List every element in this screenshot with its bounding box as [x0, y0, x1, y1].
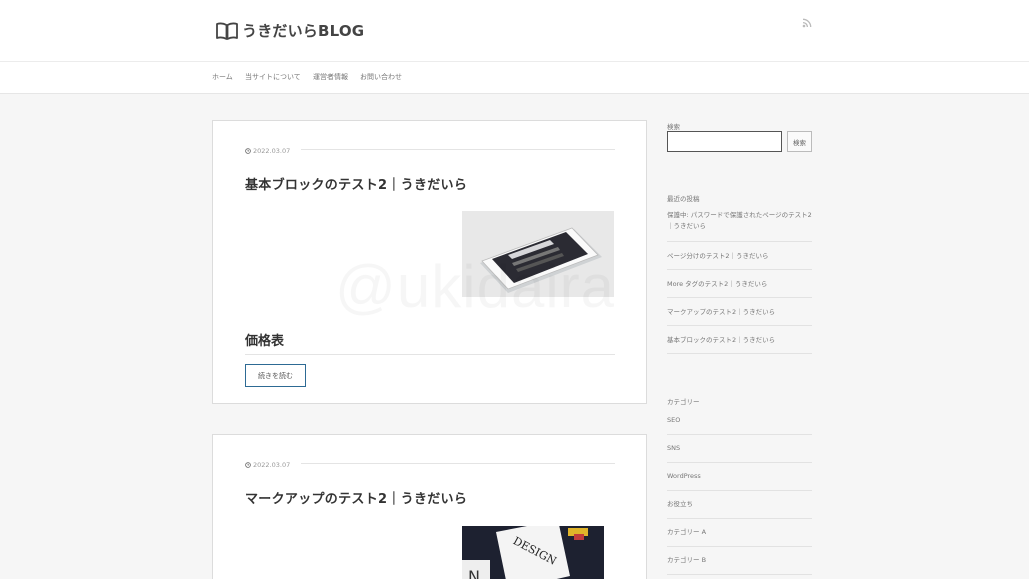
- divider: [667, 546, 812, 547]
- clock-icon: [245, 148, 251, 154]
- divider: [301, 149, 615, 150]
- site-title: うきだいらBLOG: [242, 22, 365, 40]
- post-date-text: 2022.03.07: [253, 461, 291, 469]
- post-title[interactable]: 基本ブロックのテスト2｜うきだいら: [245, 174, 467, 193]
- recent-post-link[interactable]: 保護中: パスワードで保護されたページのテスト2｜うきだいら: [667, 210, 812, 232]
- post-date: 2022.03.07: [245, 461, 290, 469]
- recent-post-link[interactable]: ページ分けのテスト2｜うきだいら: [667, 251, 812, 262]
- category-link[interactable]: SNS: [667, 443, 812, 454]
- post-date: 2022.03.07: [245, 147, 290, 155]
- category-link[interactable]: カテゴリー B: [667, 555, 812, 566]
- recent-post-link[interactable]: More タグのテスト2｜うきだいら: [667, 279, 812, 290]
- clock-icon: [245, 462, 251, 468]
- site-logo[interactable]: うきだいらBLOG: [215, 20, 364, 41]
- global-nav: ホーム 当サイトについて 運営者情報 お問い合わせ: [0, 61, 1029, 94]
- divider: [667, 518, 812, 519]
- divider: [667, 241, 812, 242]
- divider: [667, 462, 812, 463]
- search-input[interactable]: [667, 131, 782, 152]
- search-button[interactable]: 検索: [787, 131, 812, 152]
- nav-item-operator[interactable]: 運営者情報: [313, 72, 348, 82]
- post-date-text: 2022.03.07: [253, 147, 291, 155]
- category-link[interactable]: SEO: [667, 415, 812, 426]
- book-icon: [216, 22, 238, 40]
- divider: [667, 297, 812, 298]
- watermark: @ukidaira: [335, 252, 615, 321]
- site-header: うきだいらBLOG: [0, 0, 1029, 61]
- divider: [667, 490, 812, 491]
- thumbnail-letter: N: [468, 567, 480, 579]
- read-more-button[interactable]: 続きを読む: [245, 364, 306, 387]
- divider: [667, 434, 812, 435]
- nav-item-about[interactable]: 当サイトについて: [245, 72, 301, 82]
- post-thumbnail[interactable]: DESIGN N: [462, 526, 604, 579]
- category-link[interactable]: お役立ち: [667, 499, 812, 510]
- post-title[interactable]: マークアップのテスト2｜うきだいら: [245, 488, 467, 507]
- divider: [245, 354, 615, 355]
- recent-post-link[interactable]: マークアップのテスト2｜うきだいら: [667, 307, 812, 318]
- divider: [667, 325, 812, 326]
- rss-icon[interactable]: [802, 18, 812, 28]
- nav-item-contact[interactable]: お問い合わせ: [360, 72, 402, 82]
- category-link[interactable]: WordPress: [667, 471, 812, 482]
- post-card: 2022.03.07 マークアップのテスト2｜うきだいら DESIGN N: [212, 434, 647, 579]
- divider: [667, 353, 812, 354]
- category-heading: カテゴリー: [667, 398, 700, 406]
- nav-item-home[interactable]: ホーム: [212, 72, 233, 82]
- recent-posts-heading: 最近の投稿: [667, 195, 700, 203]
- divider: [667, 269, 812, 270]
- divider: [667, 574, 812, 575]
- divider: [301, 463, 615, 464]
- recent-post-link[interactable]: 基本ブロックのテスト2｜うきだいら: [667, 335, 812, 346]
- search-label: 検索: [667, 123, 680, 131]
- section-heading: 価格表: [245, 334, 285, 349]
- category-link[interactable]: カテゴリー A: [667, 527, 812, 538]
